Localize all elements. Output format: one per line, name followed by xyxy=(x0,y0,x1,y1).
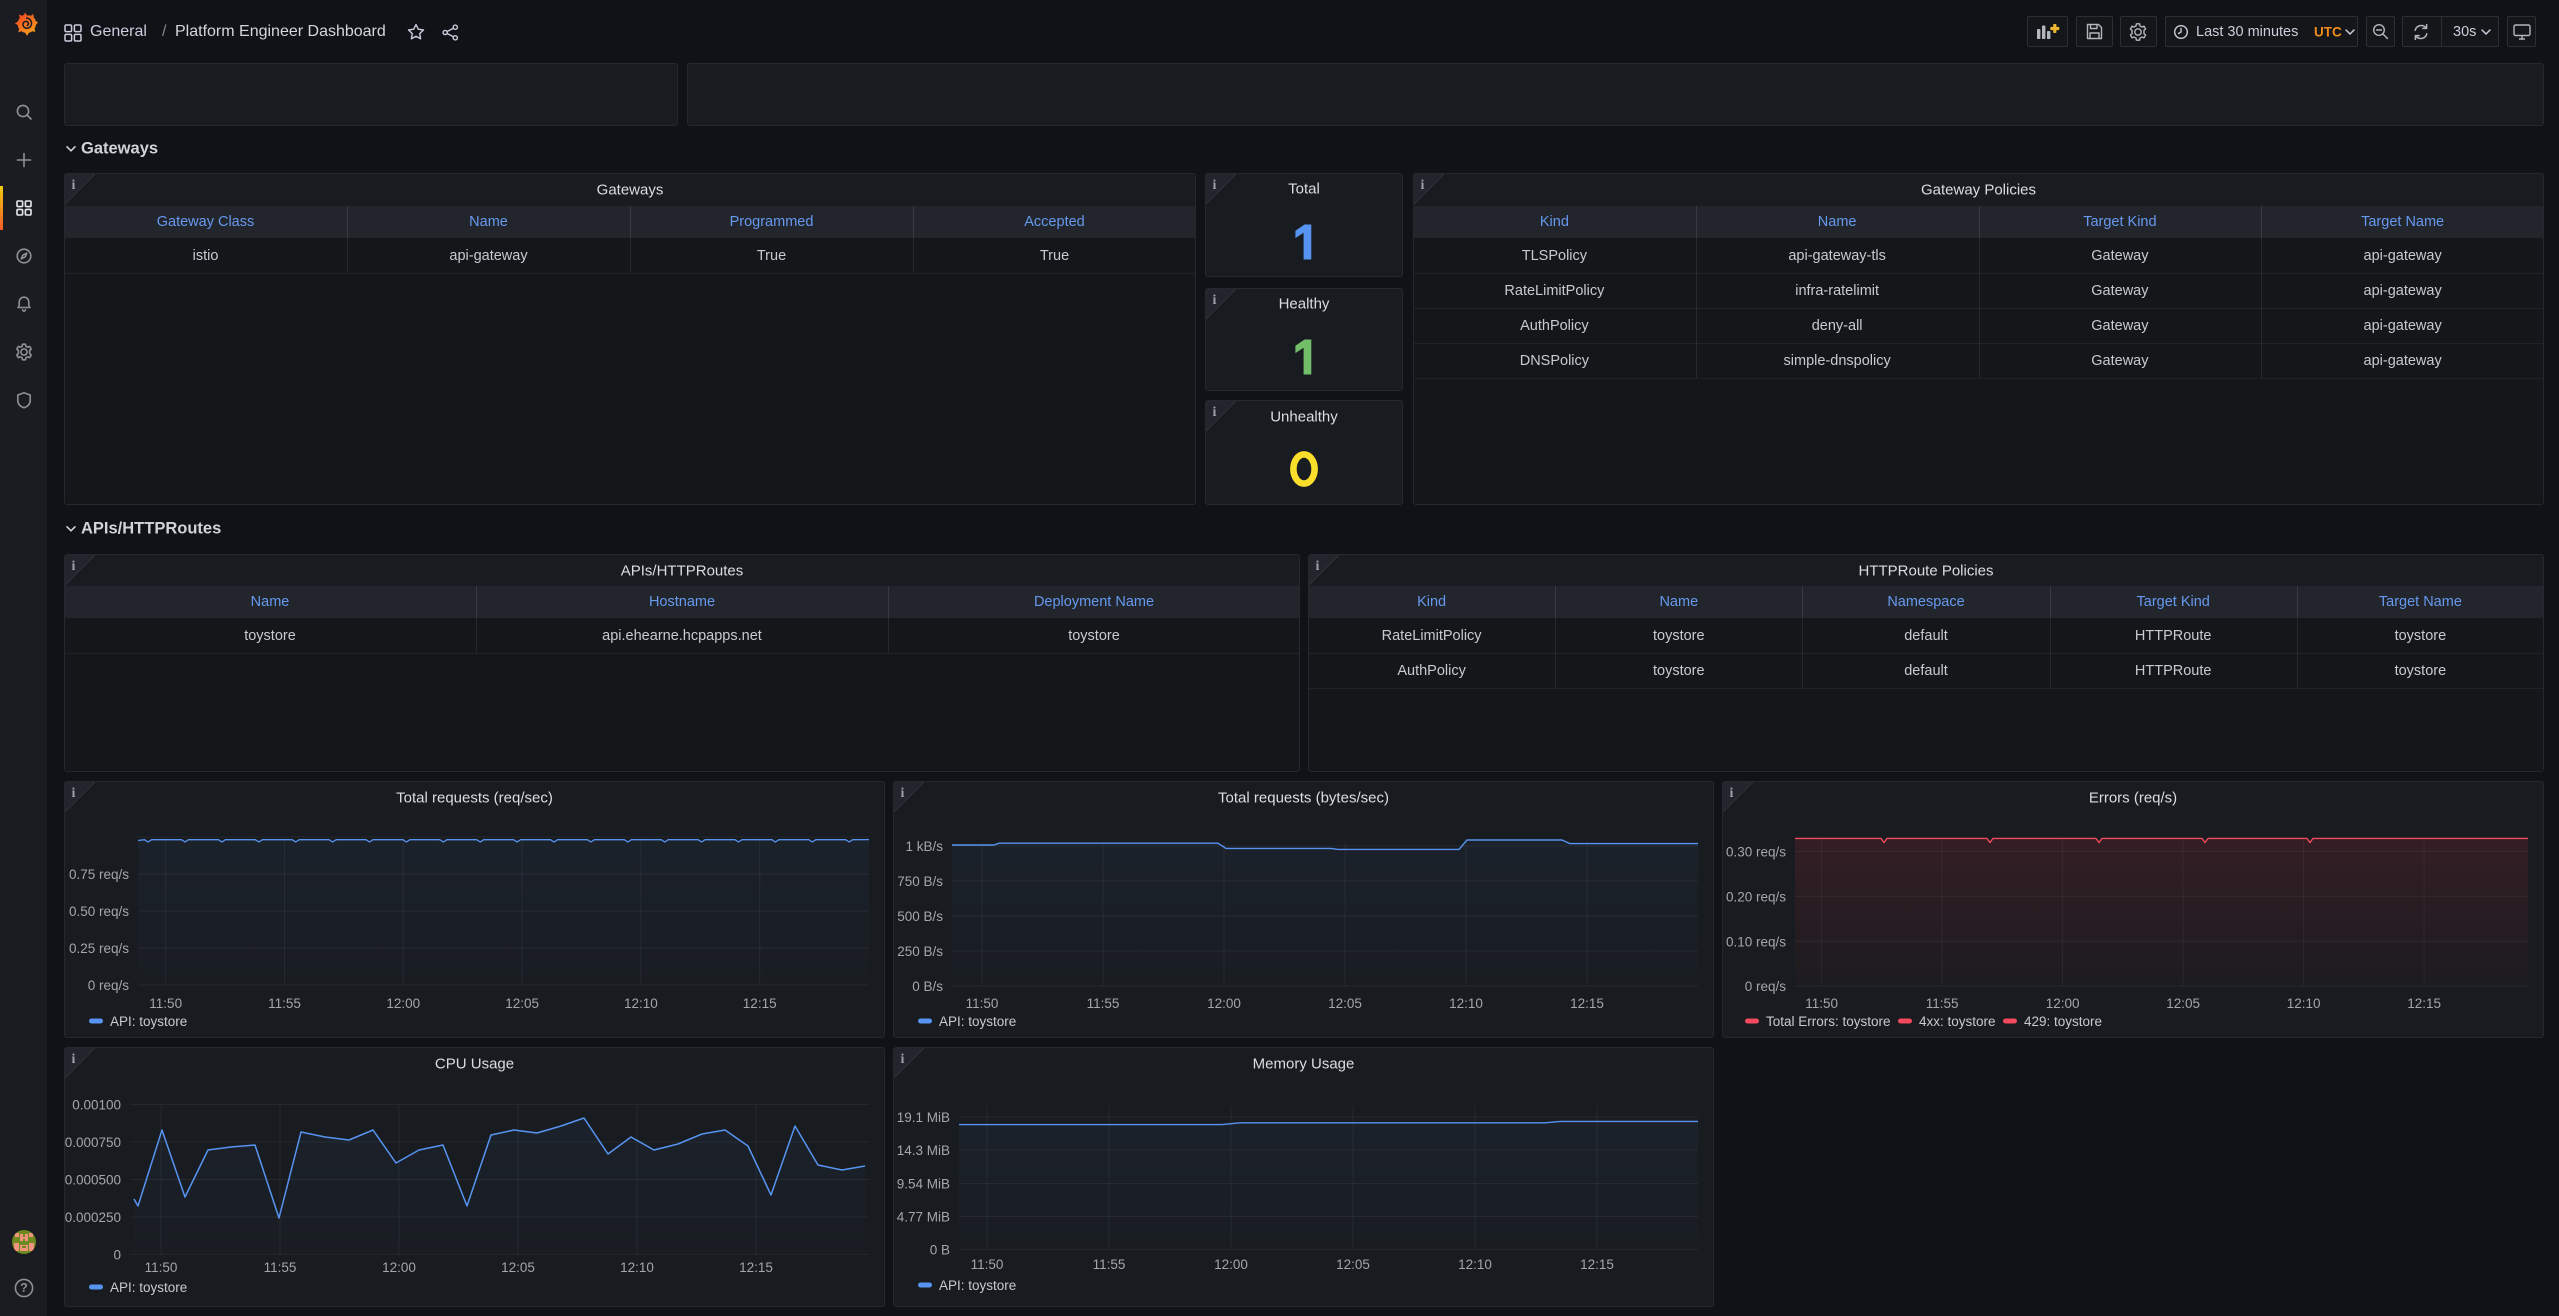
svg-text:API: toystore: API: toystore xyxy=(110,1280,187,1295)
svg-text:0.10 req/s: 0.10 req/s xyxy=(1726,934,1786,949)
svg-text:0.75 req/s: 0.75 req/s xyxy=(69,867,129,882)
svg-text:0: 0 xyxy=(113,1248,121,1263)
svg-text:11:55: 11:55 xyxy=(264,1260,297,1275)
svg-text:API: toystore: API: toystore xyxy=(110,1014,187,1029)
svg-text:11:50: 11:50 xyxy=(149,996,182,1011)
svg-text:0.00100: 0.00100 xyxy=(72,1098,121,1113)
svg-text:14.3 MiB: 14.3 MiB xyxy=(897,1143,950,1158)
svg-text:0 req/s: 0 req/s xyxy=(1745,979,1787,994)
svg-text:12:05: 12:05 xyxy=(1336,1257,1370,1272)
svg-text:API: toystore: API: toystore xyxy=(939,1278,1016,1293)
svg-text:i: i xyxy=(1420,177,1424,193)
svg-text:12:10: 12:10 xyxy=(1449,996,1483,1011)
svg-text:12:15: 12:15 xyxy=(743,996,777,1011)
svg-text:12:15: 12:15 xyxy=(739,1260,773,1275)
svg-text:11:50: 11:50 xyxy=(966,996,999,1011)
svg-text:0.30 req/s: 0.30 req/s xyxy=(1726,845,1786,860)
svg-text:12:00: 12:00 xyxy=(1214,1257,1248,1272)
svg-text:12:10: 12:10 xyxy=(2287,996,2321,1011)
svg-text:12:05: 12:05 xyxy=(1328,996,1362,1011)
svg-text:i: i xyxy=(1315,558,1319,574)
svg-text:0.000500: 0.000500 xyxy=(65,1173,121,1188)
svg-text:11:55: 11:55 xyxy=(1926,996,1959,1011)
svg-text:12:00: 12:00 xyxy=(386,996,420,1011)
svg-text:4.77 MiB: 4.77 MiB xyxy=(897,1210,950,1225)
svg-text:12:00: 12:00 xyxy=(1207,996,1241,1011)
svg-text:12:00: 12:00 xyxy=(2046,996,2080,1011)
svg-text:11:55: 11:55 xyxy=(1087,996,1120,1011)
svg-text:0.000250: 0.000250 xyxy=(65,1210,121,1225)
svg-text:0 B/s: 0 B/s xyxy=(912,979,943,994)
svg-text:500 B/s: 500 B/s xyxy=(897,909,943,924)
svg-text:0.25 req/s: 0.25 req/s xyxy=(69,941,129,956)
svg-text:12:05: 12:05 xyxy=(501,1260,535,1275)
svg-text:12:15: 12:15 xyxy=(2407,996,2441,1011)
svg-text:750 B/s: 750 B/s xyxy=(897,874,943,889)
svg-text:429: toystore: 429: toystore xyxy=(2024,1014,2102,1029)
svg-text:11:55: 11:55 xyxy=(268,996,301,1011)
svg-text:12:10: 12:10 xyxy=(624,996,658,1011)
svg-text:11:50: 11:50 xyxy=(1805,996,1838,1011)
svg-text:0.000750: 0.000750 xyxy=(65,1135,121,1150)
svg-text:12:00: 12:00 xyxy=(382,1260,416,1275)
svg-text:Total Errors: toystore: Total Errors: toystore xyxy=(1766,1014,1891,1029)
svg-text:0 req/s: 0 req/s xyxy=(88,978,130,993)
svg-text:12:05: 12:05 xyxy=(505,996,539,1011)
svg-text:12:15: 12:15 xyxy=(1580,1257,1614,1272)
svg-text:12:10: 12:10 xyxy=(1458,1257,1492,1272)
svg-text:250 B/s: 250 B/s xyxy=(897,944,943,959)
svg-text:i: i xyxy=(71,558,75,574)
svg-text:12:15: 12:15 xyxy=(1570,996,1604,1011)
svg-text:12:05: 12:05 xyxy=(2166,996,2200,1011)
svg-text:9.54 MiB: 9.54 MiB xyxy=(897,1177,950,1192)
svg-text:11:50: 11:50 xyxy=(145,1260,178,1275)
svg-text:11:55: 11:55 xyxy=(1093,1257,1126,1272)
svg-text:0.20 req/s: 0.20 req/s xyxy=(1726,889,1786,904)
svg-text:1 kB/s: 1 kB/s xyxy=(905,839,943,854)
svg-text:API: toystore: API: toystore xyxy=(939,1014,1016,1029)
svg-text:11:50: 11:50 xyxy=(971,1257,1004,1272)
svg-text:0.50 req/s: 0.50 req/s xyxy=(69,904,129,919)
svg-text:4xx: toystore: 4xx: toystore xyxy=(1919,1014,1996,1029)
svg-text:0 B: 0 B xyxy=(930,1243,950,1258)
svg-text:19.1 MiB: 19.1 MiB xyxy=(897,1110,950,1125)
svg-text:12:10: 12:10 xyxy=(620,1260,654,1275)
